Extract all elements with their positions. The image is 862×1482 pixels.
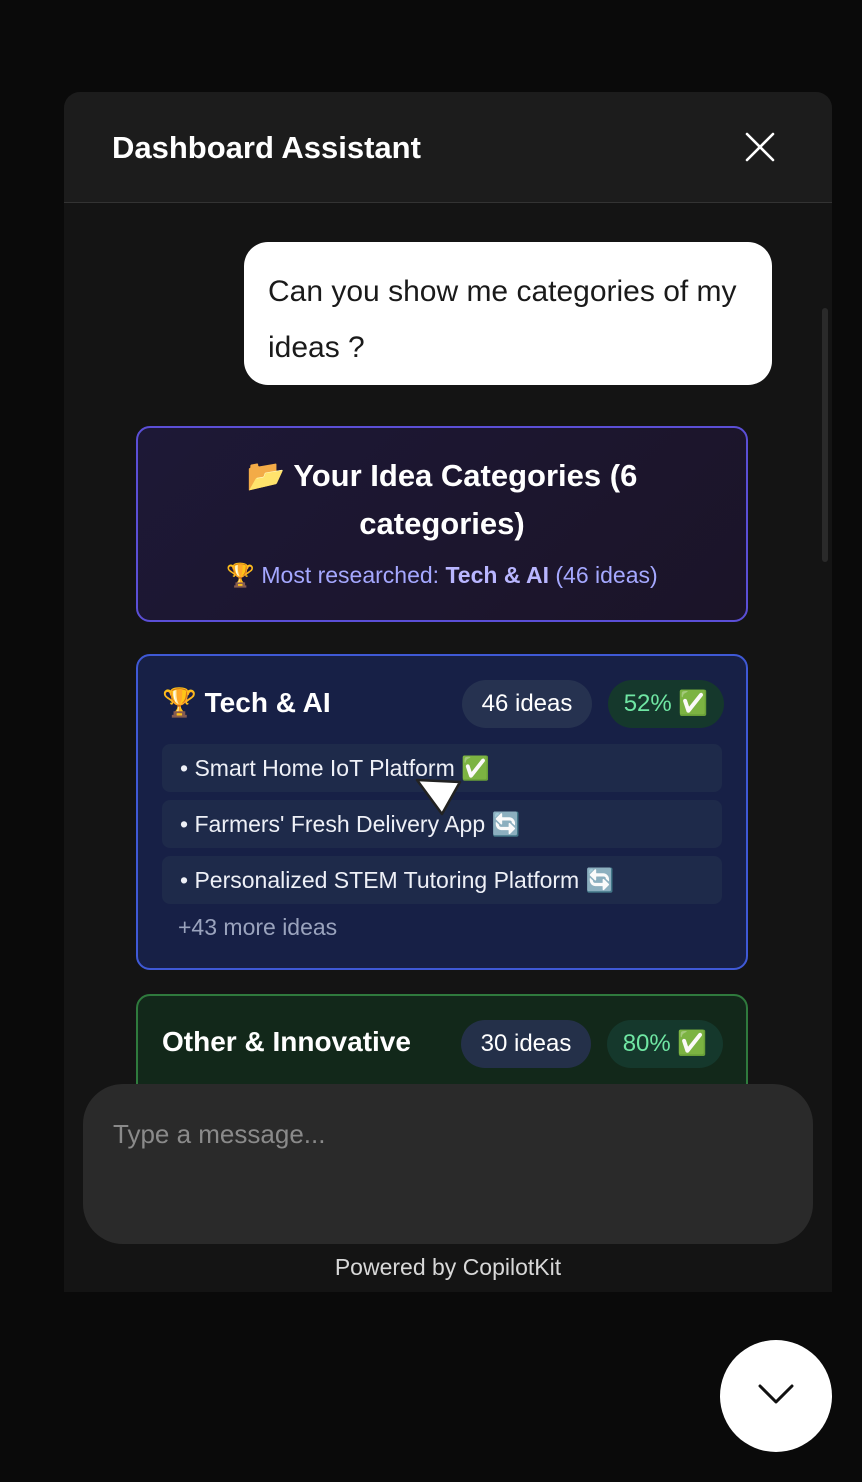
powered-by: Powered by CopilotKit: [334, 1254, 562, 1280]
completion-badge: 52% ✅: [608, 680, 724, 728]
most-researched-category: Tech & AI: [445, 562, 549, 588]
chat-panel: Dashboard Assistant Can you show me cate…: [64, 92, 832, 1292]
category-name: Other & Innovative: [162, 1026, 411, 1057]
message-input-container[interactable]: [83, 1084, 813, 1244]
category-title: Other & Innovative: [162, 1026, 411, 1058]
most-researched-count: (46 ideas): [555, 562, 658, 588]
trophy-icon: 🏆: [162, 687, 197, 718]
idea-item[interactable]: • Personalized STEM Tutoring Platform 🔄: [162, 856, 722, 904]
categories-summary-card: 📂 Your Idea Categories (6 categories) 🏆 …: [136, 426, 748, 622]
summary-title-text: Your Idea Categories (6 categories): [293, 458, 638, 541]
scrollbar-thumb[interactable]: [822, 308, 828, 562]
close-button[interactable]: [740, 128, 780, 168]
chat-header: Dashboard Assistant: [64, 92, 832, 203]
user-message: Can you show me categories of my ideas ?: [244, 242, 772, 385]
chat-toggle-button[interactable]: [720, 1340, 832, 1452]
close-icon: [745, 132, 775, 162]
idea-count-badge: 30 ideas: [461, 1020, 591, 1068]
summary-title: 📂 Your Idea Categories (6 categories): [168, 452, 716, 548]
chat-title: Dashboard Assistant: [112, 130, 421, 165]
category-title: 🏆 Tech & AI: [162, 686, 331, 719]
category-name: Tech & AI: [204, 687, 331, 718]
completion-badge: 80% ✅: [607, 1020, 723, 1068]
folder-icon: 📂: [246, 458, 286, 493]
idea-count-badge: 46 ideas: [462, 680, 592, 728]
more-ideas-link[interactable]: +43 more ideas: [178, 914, 337, 941]
most-researched-label: Most researched:: [261, 562, 440, 588]
most-researched-line: 🏆 Most researched: Tech & AI (46 ideas): [138, 562, 746, 589]
mouse-cursor-icon: [415, 778, 462, 816]
trophy-icon: 🏆: [226, 562, 255, 588]
message-list[interactable]: Can you show me categories of my ideas ?…: [64, 204, 832, 1084]
chevron-down-icon: [758, 1384, 794, 1404]
category-card-other-innovative[interactable]: Other & Innovative 30 ideas 80% ✅: [136, 994, 748, 1084]
message-input[interactable]: [113, 1114, 773, 1154]
